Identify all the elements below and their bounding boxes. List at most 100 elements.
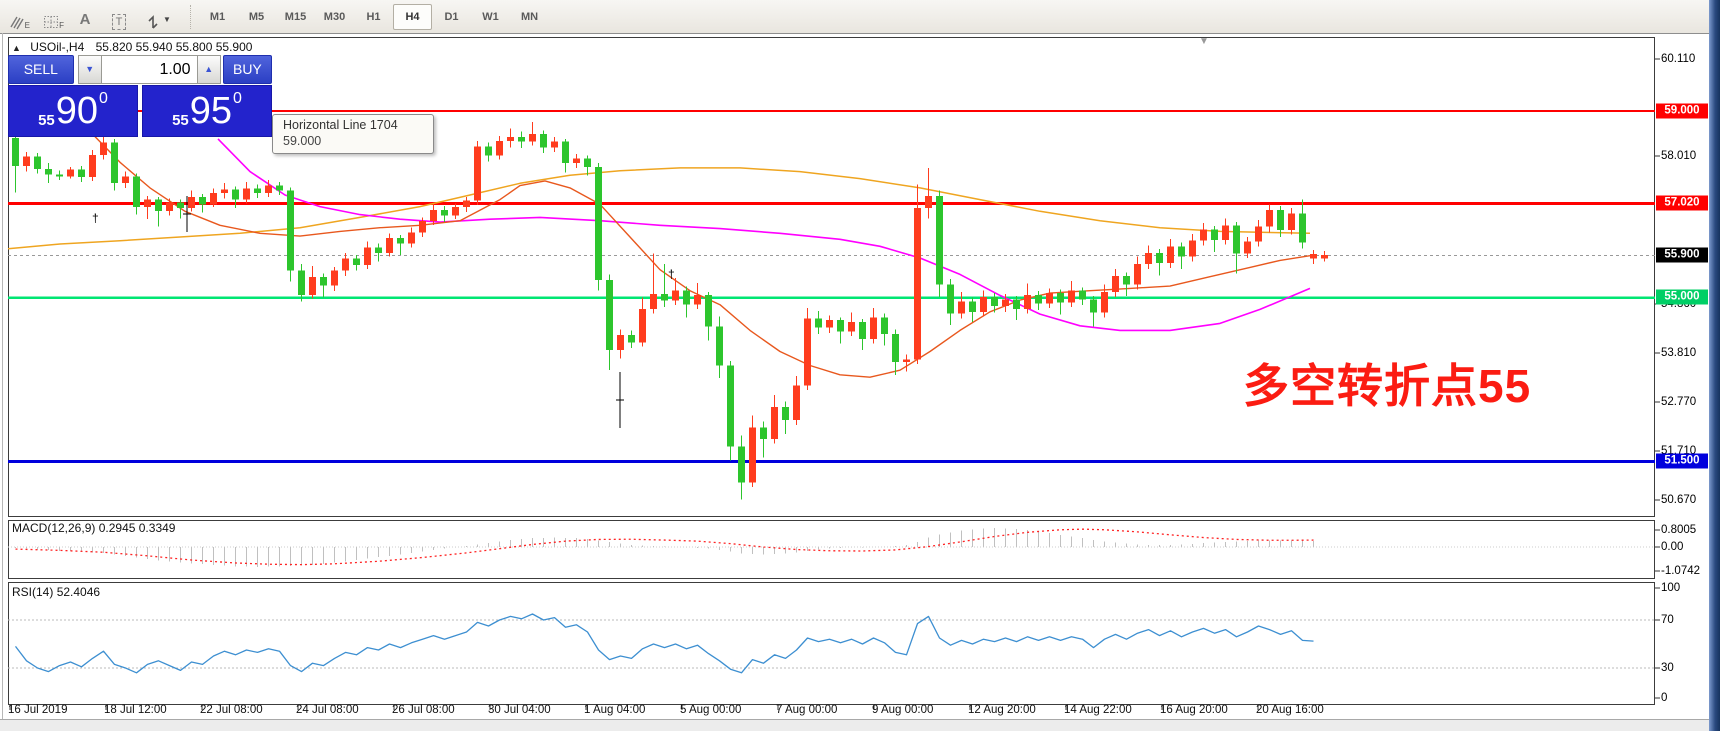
candle-body	[573, 159, 580, 164]
candle-body	[199, 197, 206, 205]
dagger-marker[interactable]: †	[668, 267, 675, 281]
price-tick-label: 53.810	[1661, 347, 1696, 359]
dagger-marker[interactable]: †	[92, 211, 99, 225]
candle-body	[914, 208, 921, 359]
candle-body	[969, 302, 976, 312]
candle-body	[56, 174, 63, 176]
sell-price-int: 55	[38, 112, 55, 129]
candle-body	[1233, 225, 1240, 253]
candle-body	[342, 259, 349, 271]
window-bottom-strip	[0, 719, 1709, 731]
date-tick-label: 7 Aug 00:00	[776, 704, 837, 716]
candle-body	[980, 297, 987, 312]
window-right-edge	[1709, 0, 1720, 731]
hline-tooltip-value: 59.000	[283, 134, 423, 148]
candle-body	[1222, 225, 1229, 240]
date-tick-label: 12 Aug 20:00	[968, 704, 1036, 716]
candle-body	[144, 200, 151, 208]
ohlc-values: 55.820 55.940 55.800 55.900	[96, 40, 253, 54]
candle-body	[1288, 214, 1295, 230]
date-tick-label: 14 Aug 22:00	[1064, 704, 1132, 716]
candle-body	[34, 157, 41, 169]
candle-body	[1310, 254, 1317, 259]
candle-body	[353, 259, 360, 266]
chart-shift-marker-icon: ▼	[1199, 36, 1209, 47]
candle-body	[1013, 300, 1020, 309]
mt4-window: E F A T ▼ M1M5M15M30H1H4D1W1MN †† ▲ USOi…	[0, 0, 1720, 731]
candle-body	[936, 196, 943, 285]
price-badge-55.900: 55.900	[1656, 248, 1708, 263]
candle-body	[815, 318, 822, 327]
candle-body	[441, 210, 448, 216]
candle-body	[1068, 290, 1075, 302]
indicator-tick-label: 70	[1661, 614, 1674, 626]
candle-body	[804, 318, 811, 385]
symbol-name: USOil-,H4	[30, 40, 84, 54]
candle-body	[188, 197, 195, 208]
date-tick-label: 20 Aug 16:00	[1256, 704, 1324, 716]
candle-body	[89, 155, 96, 177]
candle-body	[826, 320, 833, 327]
candle-body	[166, 202, 173, 210]
candle-body	[551, 142, 558, 148]
candle-body	[430, 210, 437, 221]
candle-body	[1211, 230, 1218, 240]
candle-body	[1134, 264, 1141, 285]
sell-button[interactable]: SELL	[8, 55, 74, 84]
price-badge-57.020: 57.020	[1656, 196, 1708, 211]
price-badge-51.500: 51.500	[1656, 454, 1708, 469]
sell-price-tile[interactable]: 55 90 0	[8, 85, 138, 137]
price-tick-label: 52.770	[1661, 396, 1696, 408]
candle-body	[331, 271, 338, 286]
buy-button[interactable]: BUY	[223, 55, 272, 84]
date-tick-label: 16 Aug 20:00	[1160, 704, 1228, 716]
candle-body	[716, 327, 723, 366]
indicator-tick-label: 100	[1661, 582, 1680, 594]
candle-body	[408, 232, 415, 243]
indicator-tick-label: 30	[1661, 662, 1674, 674]
candle-body	[1266, 210, 1273, 227]
indicator-tick-label: 0.00	[1661, 541, 1683, 553]
price-badge-55.000: 55.000	[1656, 290, 1708, 305]
candle-body	[463, 201, 470, 208]
date-tick-label: 1 Aug 04:00	[584, 704, 645, 716]
candle-body	[1178, 246, 1185, 256]
candle-body	[1101, 292, 1108, 313]
volume-down-button[interactable]: ▼	[78, 55, 102, 84]
buy-price-pips: 95	[190, 88, 232, 134]
macd-label: MACD(12,26,9) 0.2945 0.3349	[12, 521, 175, 535]
candle-body	[122, 176, 129, 183]
rsi-label: RSI(14) 52.4046	[12, 585, 100, 599]
date-tick-label: 30 Jul 04:00	[488, 704, 551, 716]
candle-body	[78, 170, 85, 178]
candle-body	[364, 247, 371, 265]
candle-body	[1002, 300, 1009, 307]
candle-body	[650, 294, 657, 309]
candle-body	[1167, 246, 1174, 263]
hline-tooltip: Horizontal Line 1704 59.000	[272, 114, 434, 154]
candle-body	[738, 446, 745, 482]
candle-body	[12, 138, 19, 166]
volume-up-button[interactable]: ▲	[197, 55, 221, 84]
candle-body	[155, 200, 162, 211]
rsi-panel[interactable]	[9, 583, 1655, 705]
candle-body	[1112, 276, 1119, 292]
candle-body	[1156, 253, 1163, 263]
date-tick-label: 9 Aug 00:00	[872, 704, 933, 716]
candle-body	[386, 238, 393, 253]
volume-input[interactable]: 1.00	[102, 55, 197, 84]
candle-body	[1145, 253, 1152, 264]
candle-body	[485, 146, 492, 155]
collapse-triangle-icon[interactable]: ▲	[12, 43, 21, 53]
date-tick-label: 5 Aug 00:00	[680, 704, 741, 716]
candle-body	[628, 335, 635, 343]
chart-text-annotation[interactable]: 多空转折点55	[1243, 350, 1531, 416]
candle-body	[705, 295, 712, 327]
candle-body	[1200, 230, 1207, 241]
candle-body	[1277, 210, 1284, 230]
candle-body	[100, 143, 107, 155]
buy-price-tile[interactable]: 55 95 0	[142, 85, 272, 137]
macd-panel[interactable]	[9, 521, 1655, 579]
candle-body	[859, 322, 866, 339]
date-tick-label: 18 Jul 12:00	[104, 704, 167, 716]
